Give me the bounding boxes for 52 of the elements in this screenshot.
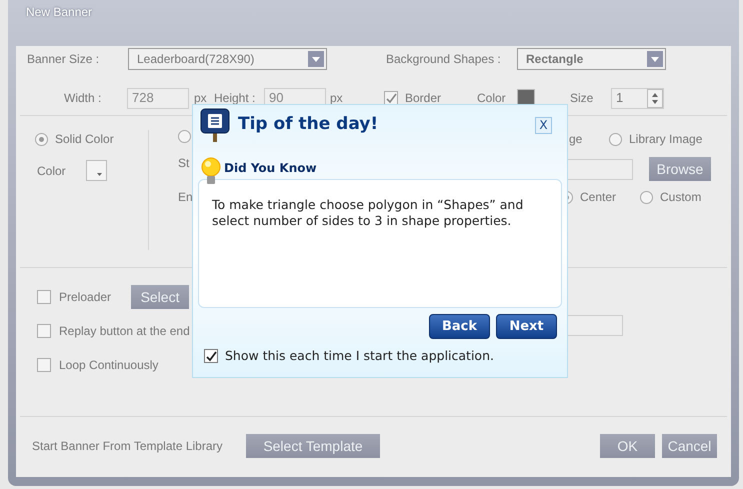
radio-label: Custom	[660, 189, 702, 206]
dialog-title: Tip of the day!	[238, 113, 378, 136]
tip-text: To make triangle choose polygon in “Shapes” and select number of sides to 3 in shape properties.	[212, 197, 524, 229]
field-label: Width :	[64, 90, 102, 107]
radio-button[interactable]	[178, 130, 191, 143]
section-heading: Did You Know	[224, 160, 317, 177]
banner-size-dropdown[interactable]: Leaderboard(728X90)	[128, 48, 327, 70]
dropdown-arrow-icon	[97, 173, 103, 177]
select-template-button[interactable]: Select Template	[246, 434, 380, 458]
window-title: New Banner	[26, 5, 92, 19]
checkbox-label: Loop Continuously	[59, 357, 158, 374]
radio-label: ge	[569, 131, 584, 148]
radio-button[interactable]	[609, 132, 622, 146]
checkbox-label: Preloader	[59, 289, 112, 306]
field-label: Color	[37, 162, 67, 180]
dialog-button[interactable]: Cancel	[662, 434, 717, 458]
checkbox[interactable]	[37, 324, 51, 338]
field-label: Background Shapes :	[386, 51, 502, 68]
field-label: Color	[477, 90, 507, 107]
spinner-arrows-icon	[647, 88, 663, 108]
checkbox[interactable]	[37, 358, 51, 372]
radio-label: Solid Color	[55, 131, 114, 148]
radio-button[interactable]	[640, 190, 653, 204]
radio-label: Center	[580, 189, 616, 206]
select-button[interactable]: Select	[131, 285, 190, 309]
shape-dropdown[interactable]: Rectangle	[517, 48, 666, 70]
nav-button[interactable]: Back	[429, 314, 490, 339]
checkbox-label: Show this each time I start the application.	[225, 347, 494, 365]
checkbox-label: Border	[405, 90, 442, 107]
field-label: Banner Size :	[27, 51, 100, 68]
input-field[interactable]: 728	[127, 88, 189, 108]
checkbox[interactable]	[204, 349, 218, 364]
signpost-icon	[200, 108, 230, 142]
dialog-button[interactable]: OK	[600, 434, 655, 458]
field-label: Size	[570, 90, 594, 107]
lightbulb-icon	[201, 157, 221, 187]
unit-label: px	[194, 90, 208, 107]
size-spinner[interactable]: 1	[611, 88, 664, 108]
browse-button[interactable]: Browse	[649, 157, 711, 181]
unit-label: px	[330, 90, 344, 107]
input-field[interactable]	[565, 158, 633, 180]
radio-button[interactable]	[35, 132, 48, 146]
nav-button[interactable]: Next	[496, 314, 557, 339]
field-label: St	[178, 155, 189, 172]
color-picker[interactable]	[86, 160, 107, 181]
checkbox[interactable]	[37, 290, 51, 304]
close-button[interactable]: X	[535, 116, 552, 134]
checkbox[interactable]	[384, 91, 398, 105]
field-label: Height :	[214, 90, 256, 107]
radio-label: Library Image	[629, 131, 702, 148]
template-label: Start Banner From Template Library	[32, 438, 224, 455]
checkbox-label: Replay button at the end	[59, 323, 190, 340]
